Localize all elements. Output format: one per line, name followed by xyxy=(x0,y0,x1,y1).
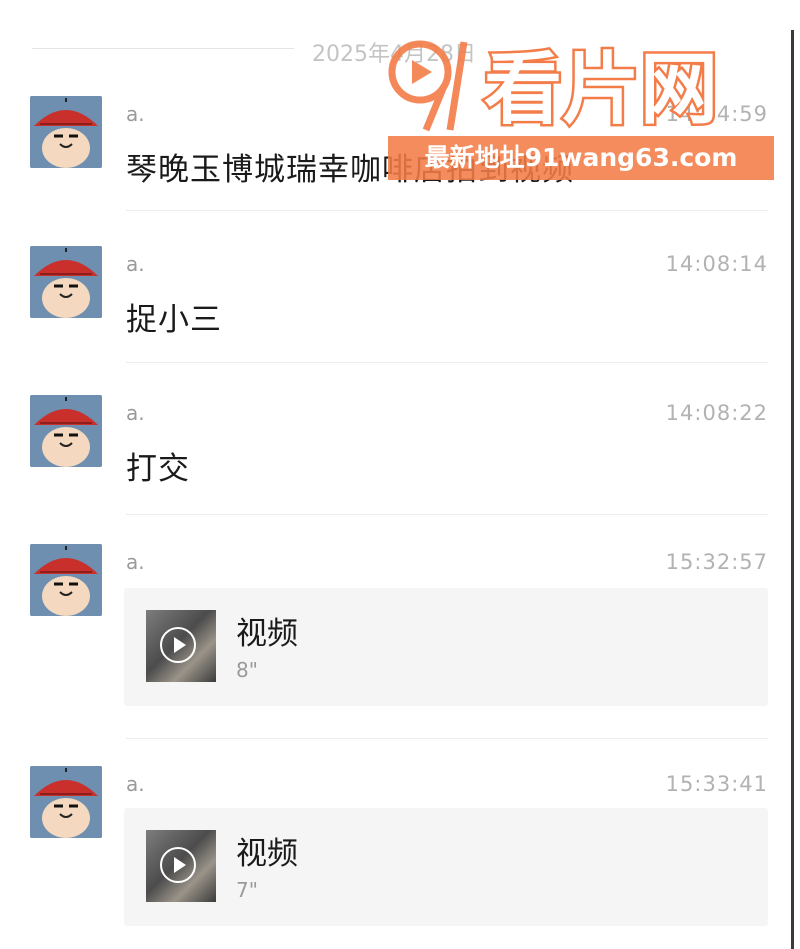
message-text: 打交 xyxy=(126,451,190,487)
video-message-card[interactable]: 视频 7" xyxy=(124,808,768,926)
play-circle-icon[interactable] xyxy=(160,627,196,663)
video-duration: 8" xyxy=(236,658,258,682)
message-divider xyxy=(126,514,768,515)
message-time: 15:32:57 xyxy=(665,550,768,574)
watermark-logo-icon: 看片网 xyxy=(388,40,721,134)
watermark-strip: 最新地址91wang63.com xyxy=(388,136,774,180)
cartoon-avatar-icon xyxy=(30,246,102,318)
cartoon-avatar-icon xyxy=(30,766,102,838)
video-message-card[interactable]: 视频 8" xyxy=(124,588,768,706)
sender-name: a. xyxy=(126,550,145,574)
chat-message[interactable]: a. 14:08:14 捉小三 xyxy=(0,246,800,356)
sender-name: a. xyxy=(126,102,145,126)
watermark-logo-text: 看片网 xyxy=(484,45,718,134)
video-title: 视频 xyxy=(236,836,298,872)
video-thumbnail[interactable] xyxy=(146,830,216,902)
message-time: 14:08:14 xyxy=(665,252,768,276)
video-thumbnail[interactable] xyxy=(146,610,216,682)
avatar[interactable] xyxy=(30,96,102,168)
chat-message[interactable]: a. 15:33:41 视频 7" xyxy=(0,766,800,936)
avatar[interactable] xyxy=(30,395,102,467)
message-text: 捉小三 xyxy=(126,302,222,338)
message-divider xyxy=(126,362,768,363)
message-time: 15:33:41 xyxy=(665,772,768,796)
message-divider xyxy=(126,210,768,211)
video-duration: 7" xyxy=(236,878,258,902)
chat-message[interactable]: a. 15:32:57 视频 8" xyxy=(0,544,800,714)
avatar[interactable] xyxy=(30,766,102,838)
cartoon-avatar-icon xyxy=(30,395,102,467)
sender-name: a. xyxy=(126,401,145,425)
avatar[interactable] xyxy=(30,544,102,616)
message-time: 14:08:22 xyxy=(665,401,768,425)
chat-message[interactable]: a. 14:08:22 打交 xyxy=(0,395,800,505)
message-divider xyxy=(126,738,768,739)
play-circle-icon[interactable] xyxy=(160,847,196,883)
video-title: 视频 xyxy=(236,616,298,652)
sender-name: a. xyxy=(126,252,145,276)
watermark: 看片网 最新地址91wang63.com xyxy=(386,34,776,184)
sender-name: a. xyxy=(126,772,145,796)
avatar[interactable] xyxy=(30,246,102,318)
cartoon-avatar-icon xyxy=(30,544,102,616)
cartoon-avatar-icon xyxy=(30,96,102,168)
date-separator-line xyxy=(32,48,294,49)
